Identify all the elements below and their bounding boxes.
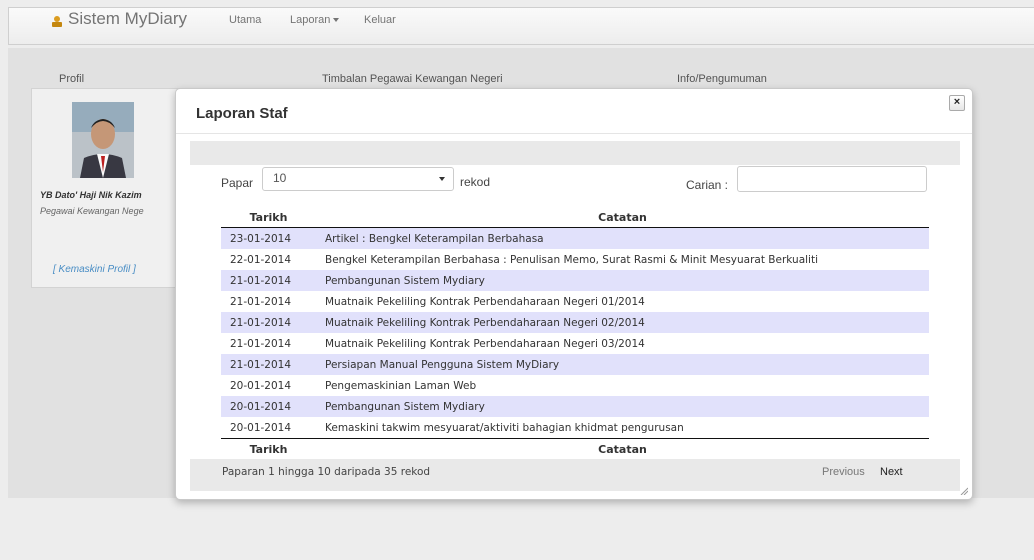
search-label: Carian : bbox=[686, 178, 729, 192]
table-row[interactable]: 23-01-2014 Artikel : Bengkel Keterampilan… bbox=[221, 227, 929, 249]
row-date: 20-01-2014 bbox=[221, 417, 316, 439]
row-date: 23-01-2014 bbox=[221, 227, 316, 249]
row-date: 21-01-2014 bbox=[221, 291, 316, 312]
row-date: 20-01-2014 bbox=[221, 396, 316, 417]
table-top-bar bbox=[190, 141, 960, 165]
report-modal: Laporan Staf × Papar 10 rekod Carian : T… bbox=[175, 88, 973, 500]
page-size-value: 10 bbox=[273, 171, 287, 185]
table-info: Paparan 1 hingga 10 daripada 35 rekod bbox=[222, 466, 431, 478]
row-date: 21-01-2014 bbox=[221, 333, 316, 354]
table-footer-row: Tarikh Catatan bbox=[221, 438, 929, 459]
row-note: Muatnaik Pekeliling Kontrak Perbendahara… bbox=[316, 312, 929, 333]
previous-button[interactable]: Previous bbox=[822, 466, 865, 478]
modal-title: Laporan Staf bbox=[196, 105, 288, 122]
page-size-select[interactable]: 10 bbox=[262, 167, 454, 191]
row-note: Muatnaik Pekeliling Kontrak Perbendahara… bbox=[316, 291, 929, 312]
search-input[interactable] bbox=[737, 166, 927, 192]
table-row[interactable]: 21-01-2014 Persiapan Manual Pengguna Sist… bbox=[221, 354, 929, 375]
row-date: 21-01-2014 bbox=[221, 270, 316, 291]
row-note: Pengemaskinian Laman Web bbox=[316, 375, 929, 396]
row-note: Muatnaik Pekeliling Kontrak Perbendahara… bbox=[316, 333, 929, 354]
row-note: Pembangunan Sistem Mydiary bbox=[316, 396, 929, 417]
close-button[interactable]: × bbox=[949, 95, 965, 111]
table-row[interactable]: 20-01-2014 Pembangunan Sistem Mydiary bbox=[221, 396, 929, 417]
row-date: 21-01-2014 bbox=[221, 354, 316, 375]
table-row[interactable]: 21-01-2014 Muatnaik Pekeliling Kontrak Pe… bbox=[221, 333, 929, 354]
report-table: Tarikh Catatan 23-01-2014 Artikel : Bengk… bbox=[221, 207, 929, 459]
dropdown-arrow-icon bbox=[439, 177, 445, 181]
row-date: 20-01-2014 bbox=[221, 375, 316, 396]
footer-tarikh: Tarikh bbox=[221, 438, 316, 459]
table-header-row: Tarikh Catatan bbox=[221, 207, 929, 228]
footer-catatan: Catatan bbox=[316, 438, 929, 459]
row-note: Persiapan Manual Pengguna Sistem MyDiary bbox=[316, 354, 929, 375]
row-note: Bengkel Keterampilan Berbahasa : Penulis… bbox=[316, 249, 929, 270]
row-date: 22-01-2014 bbox=[221, 249, 316, 270]
show-label: Papar bbox=[221, 176, 254, 190]
row-note: Artikel : Bengkel Keterampilan Berbahasa bbox=[316, 227, 929, 249]
header-tarikh[interactable]: Tarikh bbox=[221, 207, 316, 228]
table-row[interactable]: 21-01-2014 Muatnaik Pekeliling Kontrak Pe… bbox=[221, 291, 929, 312]
next-button[interactable]: Next bbox=[880, 466, 903, 478]
row-note: Pembangunan Sistem Mydiary bbox=[316, 270, 929, 291]
records-label: rekod bbox=[460, 175, 491, 189]
table-row[interactable]: 22-01-2014 Bengkel Keterampilan Berbahasa… bbox=[221, 249, 929, 270]
table-row[interactable]: 20-01-2014 Pengemaskinian Laman Web bbox=[221, 375, 929, 396]
row-note: Kemaskini takwim mesyuarat/aktiviti baha… bbox=[316, 417, 929, 439]
resize-handle-icon[interactable] bbox=[960, 487, 968, 495]
row-date: 21-01-2014 bbox=[221, 312, 316, 333]
header-catatan[interactable]: Catatan bbox=[316, 207, 929, 228]
table-row[interactable]: 21-01-2014 Muatnaik Pekeliling Kontrak Pe… bbox=[221, 312, 929, 333]
modal-header-divider bbox=[176, 133, 972, 134]
table-row[interactable]: 21-01-2014 Pembangunan Sistem Mydiary bbox=[221, 270, 929, 291]
table-row[interactable]: 20-01-2014 Kemaskini takwim mesyuarat/akt… bbox=[221, 417, 929, 439]
